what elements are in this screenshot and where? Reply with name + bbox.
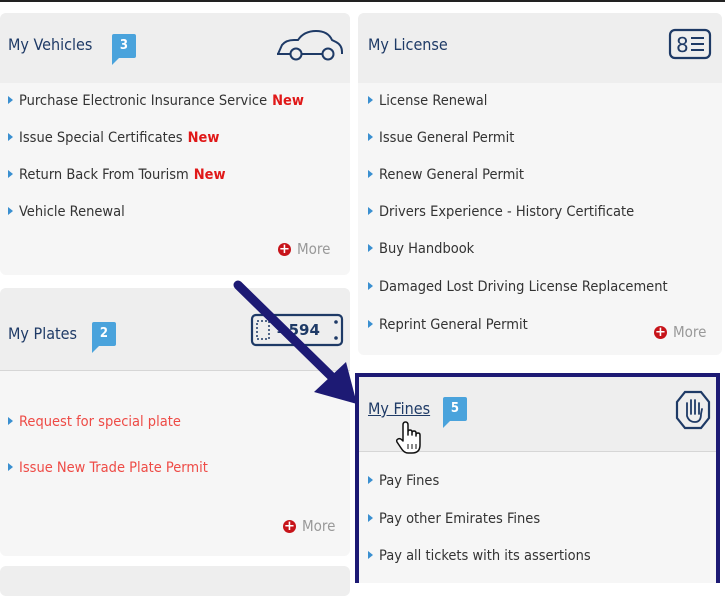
annotation-arrow [233, 280, 357, 404]
